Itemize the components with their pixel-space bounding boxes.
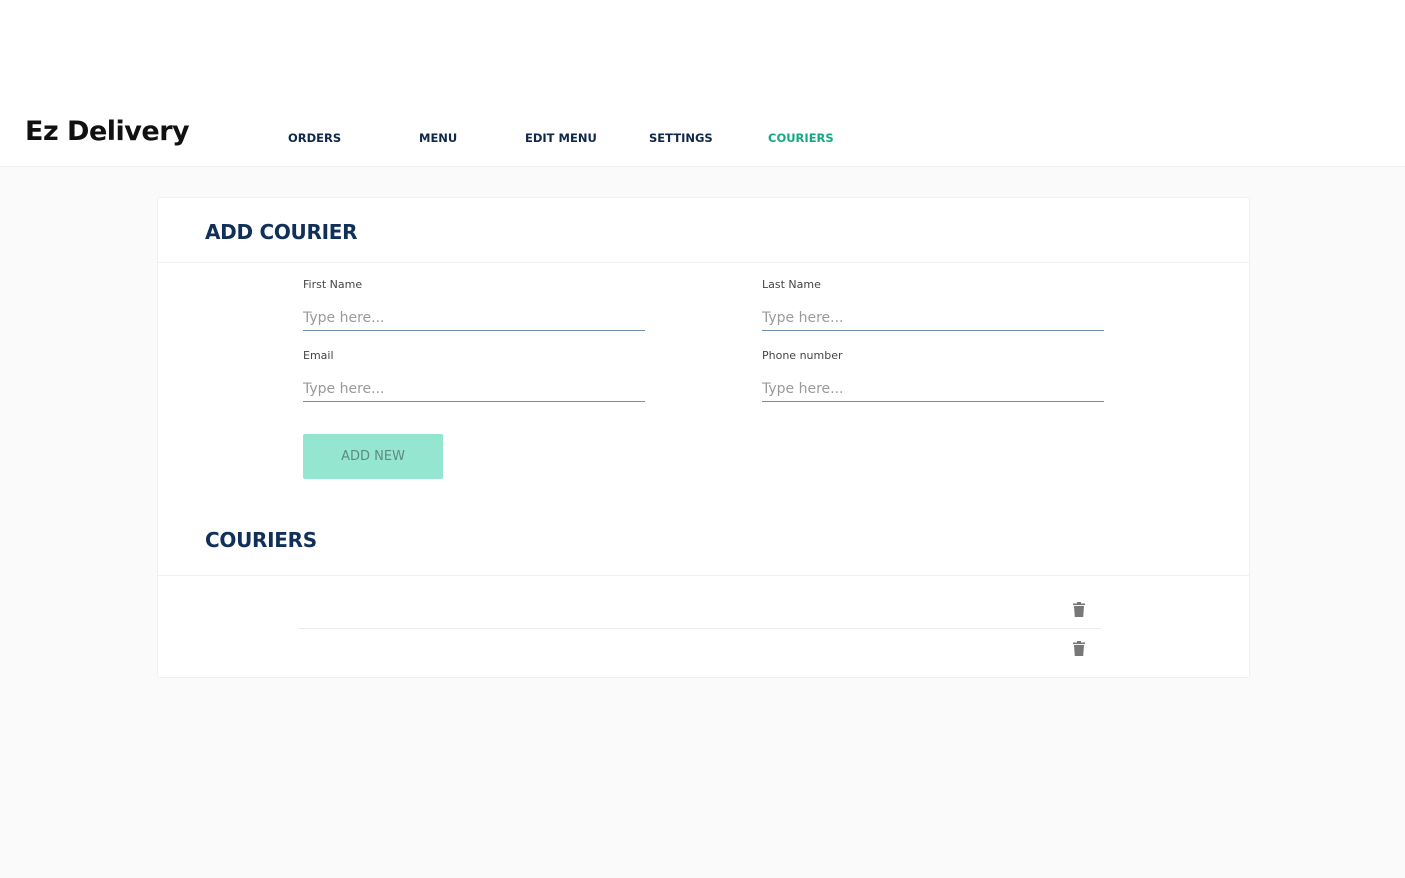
nav-menu[interactable]: MENU [419,131,457,145]
brand-logo: Ez Delivery [25,116,190,147]
email-label: Email [303,349,334,362]
divider [158,575,1249,576]
trash-icon[interactable] [1073,602,1085,617]
divider [158,262,1249,263]
top-header: Ez Delivery ORDERS MENU EDIT MENU SETTIN… [0,0,1405,167]
phone-label: Phone number [762,349,843,362]
nav-edit-menu[interactable]: EDIT MENU [525,131,597,145]
email-field: Email [303,348,645,402]
first-name-input[interactable] [303,309,645,331]
first-name-label: First Name [303,278,363,291]
add-new-button[interactable]: ADD NEW [303,434,443,479]
last-name-input[interactable] [762,309,1104,331]
nav-orders[interactable]: ORDERS [288,131,341,145]
couriers-title: COURIERS [205,528,317,552]
nav-couriers[interactable]: COURIERS [768,131,834,145]
nav-settings[interactable]: SETTINGS [649,131,713,145]
phone-input[interactable] [762,380,1104,402]
email-input[interactable] [303,380,645,402]
add-courier-title: ADD COURIER [205,220,358,244]
first-name-field: First Name [303,277,645,331]
last-name-label: Last Name [762,278,821,291]
last-name-field: Last Name [762,277,1104,331]
trash-icon[interactable] [1073,641,1085,656]
courier-row [298,593,1101,631]
row-divider [298,628,1101,629]
courier-row [298,632,1101,670]
phone-field: Phone number [762,348,1104,402]
couriers-card: ADD COURIER First Name Last Name Email P… [157,197,1250,678]
